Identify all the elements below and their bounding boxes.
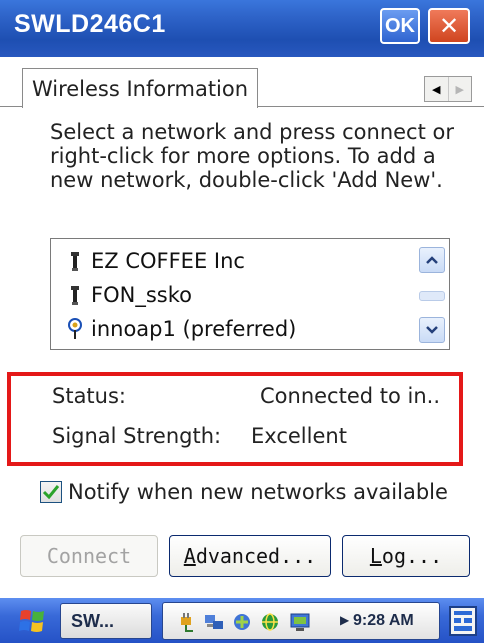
chevron-right-icon[interactable]: ▶ bbox=[449, 77, 472, 101]
display-icon[interactable] bbox=[289, 611, 311, 633]
network-list[interactable]: EZ COFFEE Inc FON_ssko innoap1 (preferre… bbox=[50, 238, 450, 350]
notify-checkbox[interactable] bbox=[40, 481, 62, 503]
network-name: FON_ssko bbox=[91, 283, 192, 307]
network-computers-icon[interactable] bbox=[203, 611, 225, 633]
scroll-down-button[interactable] bbox=[419, 317, 445, 343]
clock[interactable]: 9:28 AM bbox=[353, 612, 414, 630]
notify-label: Notify when new networks available bbox=[68, 480, 448, 504]
advanced-button[interactable]: Advanced... bbox=[169, 535, 331, 577]
network-name: EZ COFFEE Inc bbox=[91, 249, 245, 273]
list-item[interactable]: EZ COFFEE Inc bbox=[67, 247, 245, 275]
instructions-text: Select a network and press connect or ri… bbox=[50, 120, 454, 192]
connection-icon[interactable] bbox=[231, 611, 253, 633]
keyboard-input-icon[interactable] bbox=[448, 604, 478, 638]
log-button[interactable]: Log... bbox=[342, 535, 470, 577]
system-tray: ▶ 9:28 AM bbox=[162, 602, 440, 640]
scroll-up-button[interactable] bbox=[419, 247, 445, 273]
wireless-antenna-icon bbox=[71, 252, 79, 271]
tab-scroll-arrows: ◀ ▶ bbox=[424, 76, 472, 102]
highlight-box bbox=[7, 372, 463, 466]
network-name: innoap1 (preferred) bbox=[91, 317, 297, 341]
tray-expand-icon[interactable]: ▶ bbox=[340, 613, 349, 627]
wireless-antenna-icon bbox=[71, 286, 79, 305]
title-bar: SWLD246C1 OK ✕ bbox=[0, 0, 484, 57]
close-button[interactable]: ✕ bbox=[428, 8, 470, 44]
tab-active-gap bbox=[23, 106, 257, 108]
window-title: SWLD246C1 bbox=[14, 10, 166, 38]
scroll-thumb[interactable] bbox=[419, 291, 445, 301]
windows-start-icon[interactable] bbox=[18, 608, 48, 634]
notify-checkbox-row[interactable]: Notify when new networks available bbox=[40, 480, 448, 504]
ok-button[interactable]: OK bbox=[380, 8, 420, 44]
task-button[interactable]: SW... bbox=[60, 603, 152, 639]
connect-button[interactable]: Connect bbox=[20, 535, 158, 577]
list-scrollbar[interactable] bbox=[419, 247, 445, 343]
chevron-down-icon bbox=[426, 326, 438, 334]
globe-icon[interactable] bbox=[259, 611, 281, 633]
taskbar: SW... ▶ 9:28 AM bbox=[0, 598, 484, 643]
checkmark-icon bbox=[42, 485, 60, 500]
list-item[interactable]: FON_ssko bbox=[67, 281, 192, 309]
close-icon: ✕ bbox=[438, 12, 460, 40]
chevron-up-icon bbox=[426, 256, 438, 264]
tab-label: Wireless Information bbox=[31, 76, 249, 101]
chevron-left-icon[interactable]: ◀ bbox=[425, 77, 449, 101]
power-plug-icon[interactable] bbox=[175, 611, 197, 633]
preferred-network-icon bbox=[68, 318, 82, 339]
tab-wireless-information[interactable]: Wireless Information bbox=[22, 68, 258, 108]
list-item[interactable]: innoap1 (preferred) bbox=[67, 315, 296, 343]
